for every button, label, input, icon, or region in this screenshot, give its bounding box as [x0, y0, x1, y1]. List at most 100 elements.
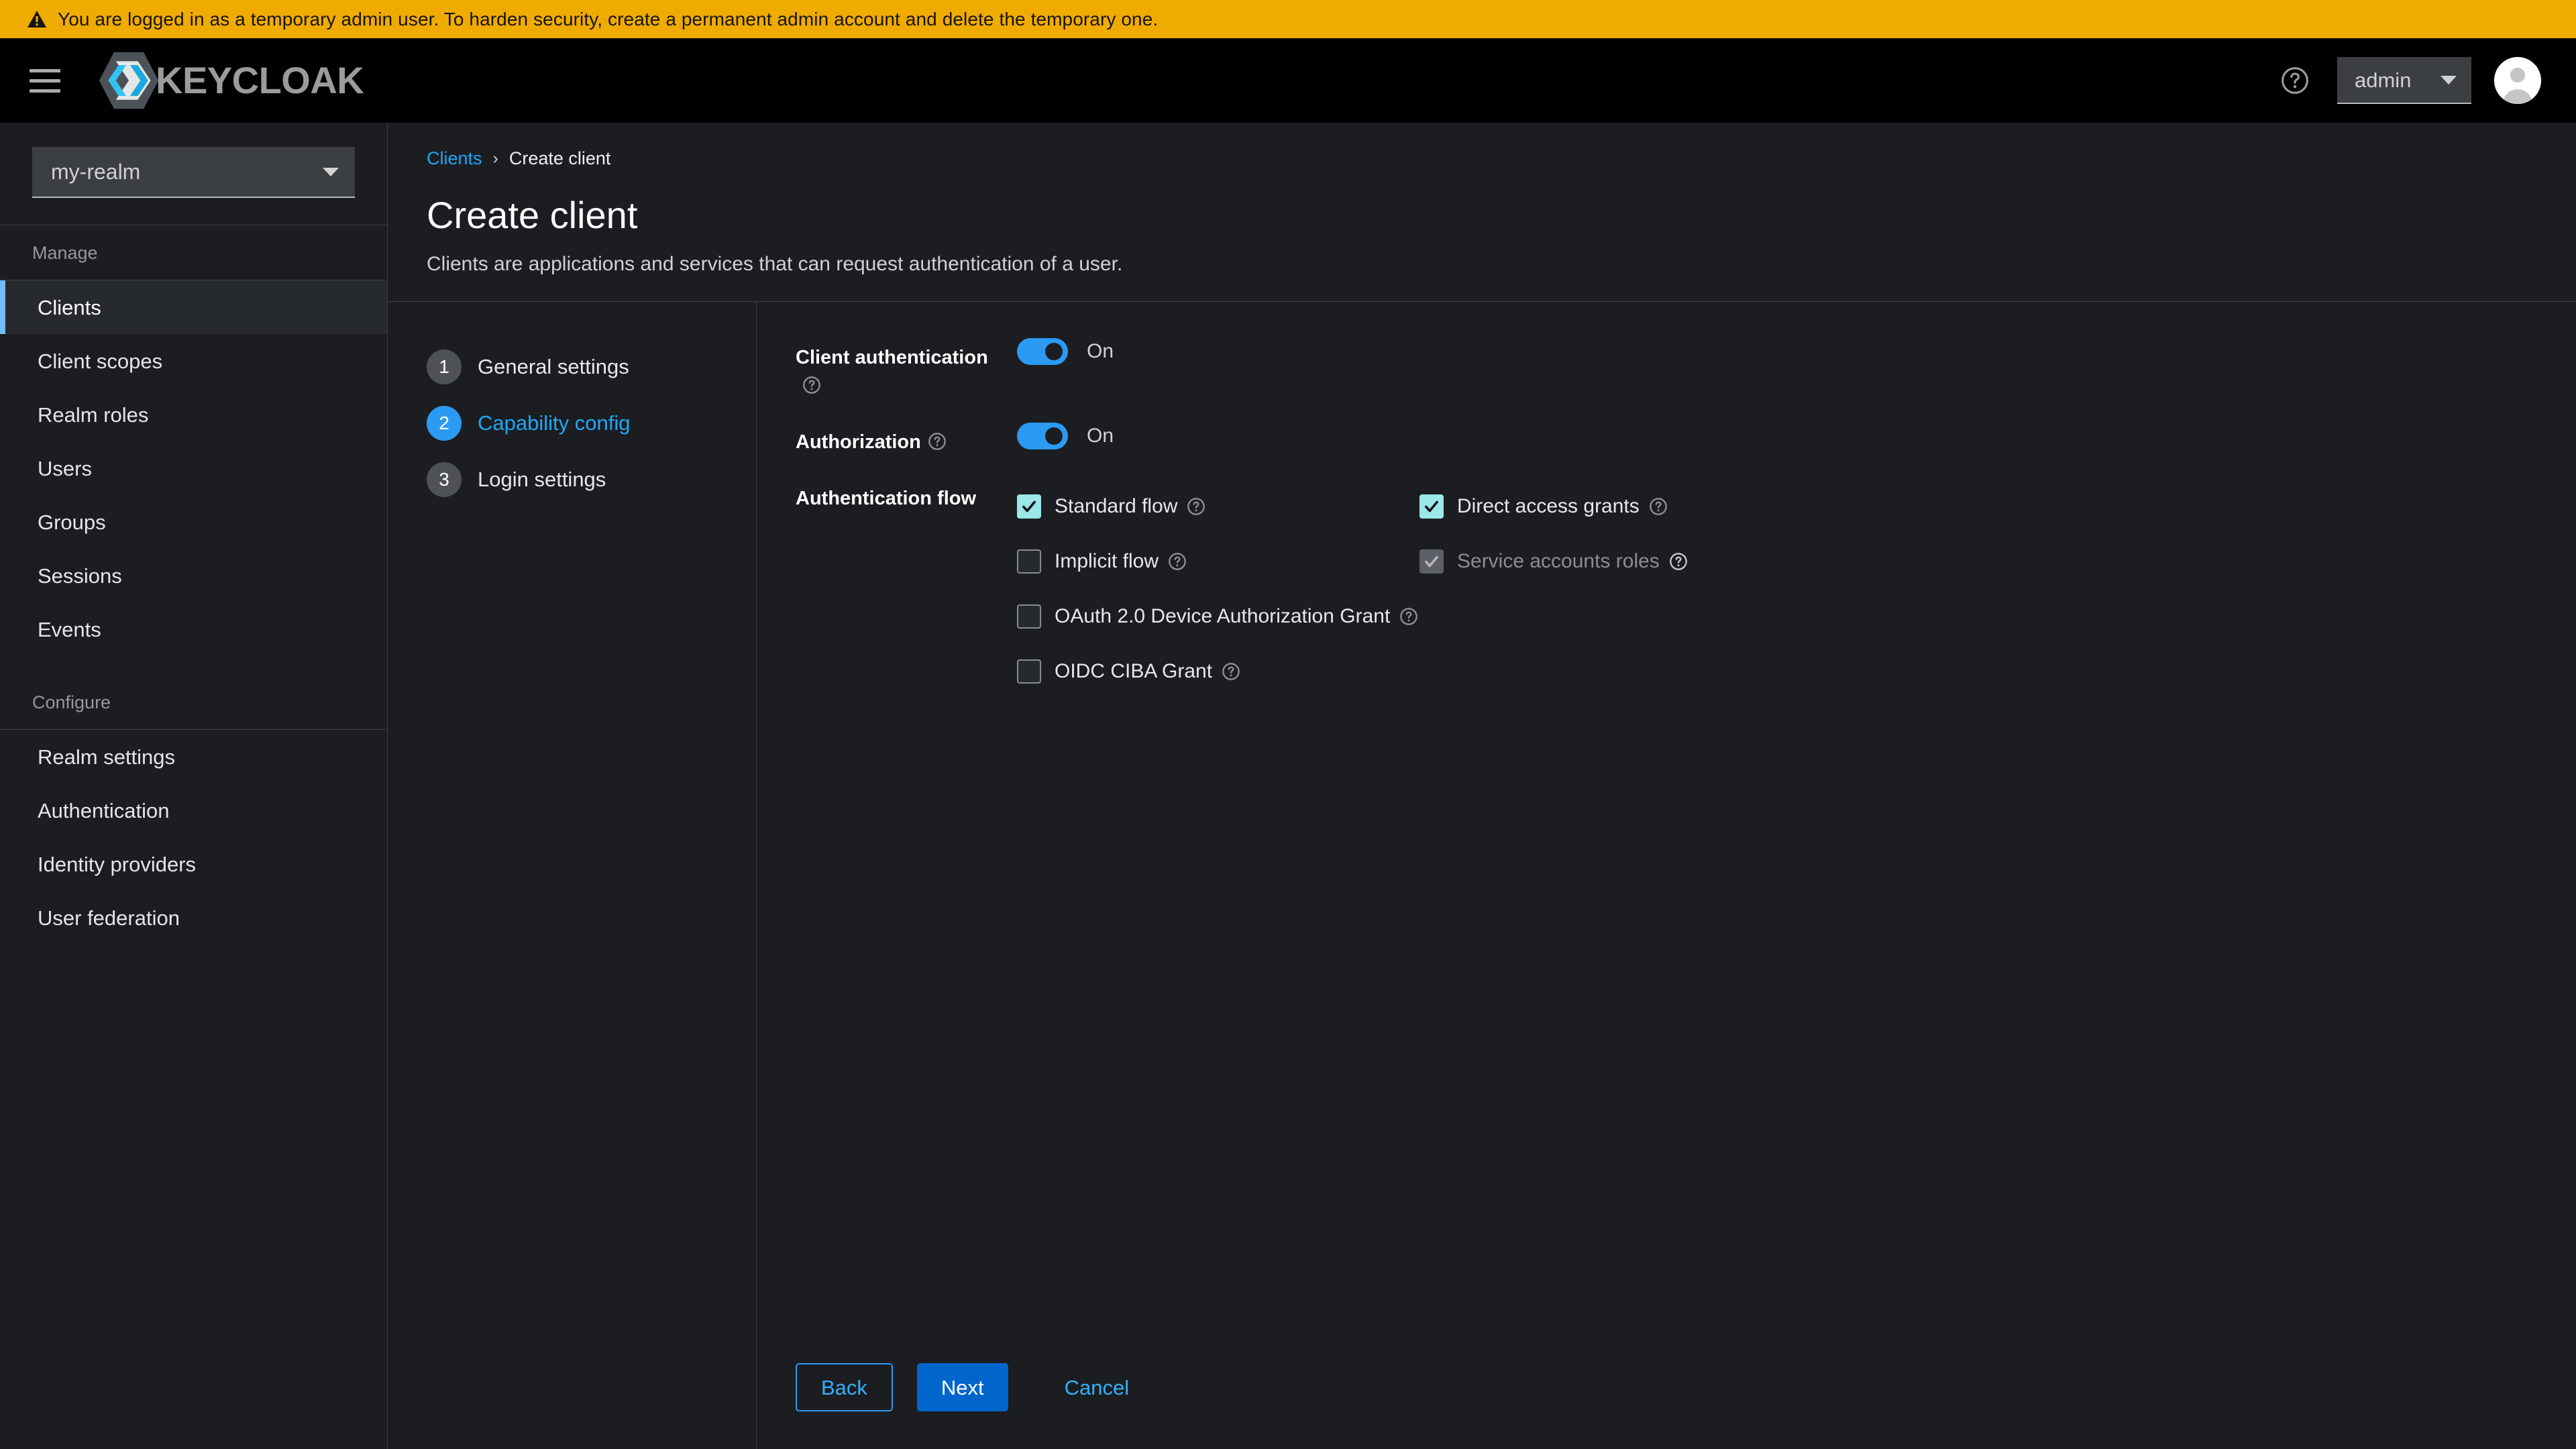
- checkbox-direct-access-grants[interactable]: Direct access grants: [1419, 479, 2537, 534]
- page-header: Clients › Create client Create client Cl…: [388, 123, 2576, 301]
- field-row-authorization: Authorization On: [796, 422, 2537, 456]
- wizard-step-number: 1: [427, 349, 462, 384]
- checkbox-label-wrap: OAuth 2.0 Device Authorization Grant: [1055, 606, 1418, 627]
- realm-selector[interactable]: my-realm: [32, 147, 355, 198]
- checkbox-box: [1017, 659, 1041, 684]
- masthead-toolbar: admin: [2275, 57, 2541, 104]
- field-row-client-authentication: Client authentication On: [796, 337, 2537, 400]
- checkbox-service-accounts-roles: Service accounts roles: [1419, 534, 2537, 589]
- checkbox-label: Implicit flow: [1055, 549, 1159, 572]
- cancel-button[interactable]: Cancel: [1044, 1363, 1150, 1411]
- primary-sidebar: my-realm Manage Clients Client scopes Re…: [0, 123, 388, 1449]
- field-label-col: Authorization: [796, 423, 1017, 456]
- page-subtitle: Clients are applications and services th…: [427, 252, 1123, 275]
- checkbox-box: [1419, 494, 1444, 519]
- chevron-down-icon: [2440, 75, 2457, 85]
- wizard-step-nav: 1 General settings 2 Capability config 3…: [388, 301, 757, 1449]
- sidebar-item-sessions[interactable]: Sessions: [0, 549, 387, 602]
- breadcrumb-link-clients[interactable]: Clients: [427, 150, 482, 168]
- sidebar-item-client-scopes[interactable]: Client scopes: [0, 334, 387, 388]
- app-shell: my-realm Manage Clients Client scopes Re…: [0, 123, 2576, 1449]
- warning-banner-text: You are logged in as a temporary admin u…: [58, 8, 1159, 30]
- keycloak-hexagon-icon: [97, 48, 161, 113]
- create-client-wizard: 1 General settings 2 Capability config 3…: [388, 301, 2576, 1449]
- toggle-authorization[interactable]: [1017, 422, 1068, 449]
- checkbox-label-wrap: Direct access grants: [1457, 496, 1668, 517]
- checkbox-box: [1017, 549, 1041, 574]
- help-circle-icon[interactable]: [1222, 662, 1240, 681]
- label-client-authentication: Client authentication: [796, 343, 1004, 400]
- checkbox-label-wrap: Standard flow: [1055, 496, 1205, 517]
- keycloak-brand-logo[interactable]: KEYCLOAK: [97, 48, 364, 113]
- toggle-authorization-wrap: On: [1017, 422, 2537, 449]
- checkbox-label-wrap: Service accounts roles: [1457, 551, 1688, 572]
- wizard-step-label: Login settings: [478, 468, 606, 492]
- user-menu-dropdown[interactable]: admin: [2337, 57, 2471, 104]
- breadcrumb: Clients › Create client: [427, 150, 2537, 168]
- authentication-flow-checkbox-grid: Standard flow Direct access grants Impli…: [1017, 479, 2537, 699]
- help-circle-icon[interactable]: [802, 376, 821, 394]
- next-button[interactable]: Next: [916, 1363, 1008, 1411]
- back-button[interactable]: Back: [796, 1363, 893, 1411]
- help-circle-icon[interactable]: [1187, 497, 1205, 516]
- breadcrumb-current: Create client: [508, 148, 611, 168]
- checkbox-label: Service accounts roles: [1457, 549, 1660, 572]
- brand-name: KEYCLOAK: [156, 59, 364, 101]
- checkbox-oauth-device-authorization-grant[interactable]: OAuth 2.0 Device Authorization Grant: [1017, 589, 2537, 644]
- realm-selector-container: my-realm: [0, 123, 387, 225]
- checkbox-box: [1419, 549, 1444, 574]
- help-circle-icon[interactable]: [2275, 61, 2314, 100]
- label-authentication-flow: Authentication flow: [796, 487, 977, 509]
- wizard-step-general-settings[interactable]: 1 General settings: [427, 339, 756, 395]
- checkbox-standard-flow[interactable]: Standard flow: [1017, 479, 1419, 534]
- sidebar-group-title-configure: Configure: [32, 692, 111, 712]
- chevron-down-icon: [323, 167, 339, 176]
- sidebar-item-groups[interactable]: Groups: [0, 495, 387, 549]
- sidebar-item-realm-settings[interactable]: Realm settings: [0, 730, 387, 784]
- help-circle-icon[interactable]: [928, 432, 947, 451]
- sidebar-item-events[interactable]: Events: [0, 602, 387, 656]
- wizard-step-number: 2: [427, 405, 462, 441]
- sidebar-item-authentication[interactable]: Authentication: [0, 784, 387, 837]
- help-circle-icon[interactable]: [1168, 552, 1187, 571]
- checkbox-label: Standard flow: [1055, 494, 1178, 517]
- breadcrumb-separator-icon: ›: [492, 149, 498, 168]
- checkbox-oidc-ciba-grant[interactable]: OIDC CIBA Grant: [1017, 644, 2537, 699]
- help-circle-icon[interactable]: [1649, 497, 1668, 516]
- checkbox-box: [1017, 604, 1041, 629]
- sidebar-item-users[interactable]: Users: [0, 441, 387, 495]
- sidebar-item-identity-providers[interactable]: Identity providers: [0, 837, 387, 891]
- toggle-authorization-state: On: [1087, 424, 1114, 447]
- field-label-col: Authentication flow: [796, 479, 1017, 513]
- wizard-body: Client authentication On Authorization O…: [757, 302, 2576, 1449]
- help-circle-icon[interactable]: [1399, 607, 1418, 626]
- toggle-client-authentication-wrap: On: [1017, 337, 2537, 365]
- toggle-knob: [1045, 342, 1063, 360]
- wizard-step-number: 3: [427, 462, 462, 497]
- wizard-step-capability-config[interactable]: 2 Capability config: [427, 395, 756, 451]
- sidebar-item-clients[interactable]: Clients: [0, 280, 387, 334]
- masthead: KEYCLOAK admin: [0, 38, 2576, 123]
- field-value-col: On: [1017, 422, 2537, 449]
- field-label-col: Client authentication: [796, 338, 1017, 400]
- toggle-knob: [1045, 427, 1063, 445]
- sidebar-item-realm-roles[interactable]: Realm roles: [0, 388, 387, 441]
- hamburger-icon[interactable]: [25, 61, 64, 100]
- help-circle-icon[interactable]: [1669, 552, 1688, 571]
- sidebar-item-user-federation[interactable]: User federation: [0, 891, 387, 945]
- realm-selector-value: my-realm: [51, 160, 141, 184]
- field-row-authentication-flow: Authentication flow Standard flow Direct…: [796, 479, 2537, 699]
- wizard-step-label: General settings: [478, 355, 629, 379]
- page-title: Create client: [427, 194, 638, 236]
- toggle-client-authentication[interactable]: [1017, 337, 1068, 365]
- wizard-step-label: Capability config: [478, 411, 631, 435]
- field-value-col: On: [1017, 337, 2537, 365]
- toggle-client-authentication-state: On: [1087, 339, 1114, 362]
- checkbox-label: OAuth 2.0 Device Authorization Grant: [1055, 604, 1391, 627]
- sidebar-group-title-manage: Manage: [32, 243, 98, 263]
- checkbox-implicit-flow[interactable]: Implicit flow: [1017, 534, 1419, 589]
- avatar[interactable]: [2494, 57, 2541, 104]
- wizard-step-login-settings[interactable]: 3 Login settings: [427, 451, 756, 508]
- label-authorization: Authorization: [796, 428, 1004, 456]
- checkbox-box: [1017, 494, 1041, 519]
